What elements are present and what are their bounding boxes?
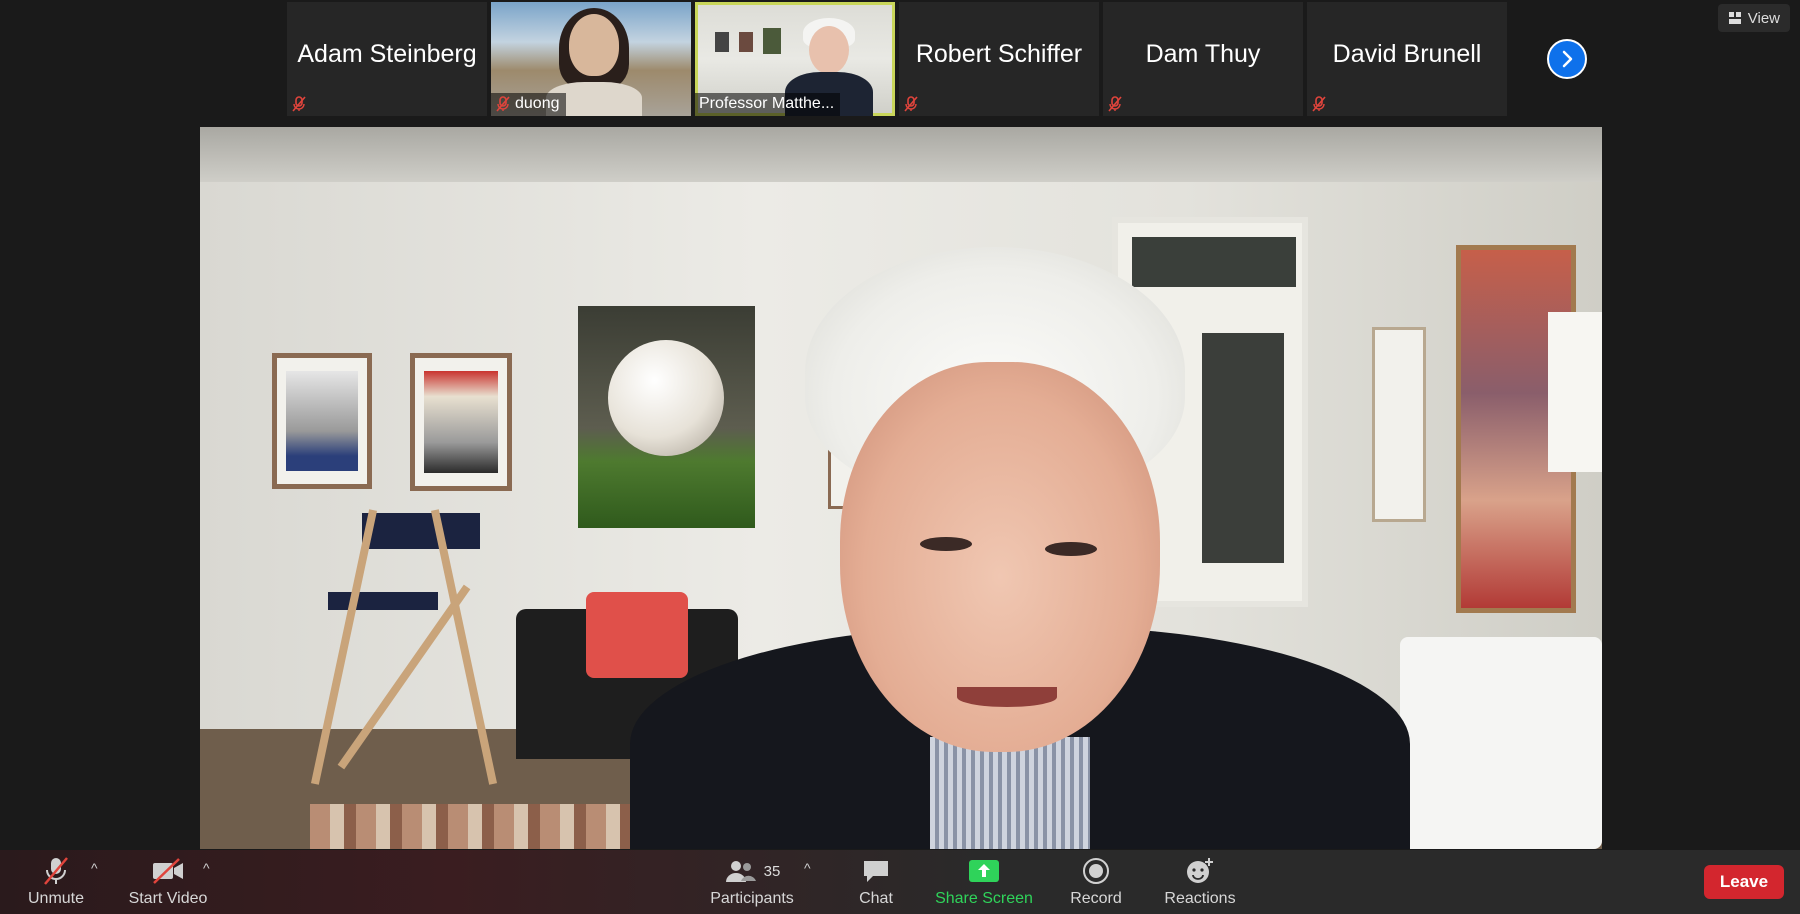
view-button[interactable]: View	[1717, 4, 1790, 32]
chat-label: Chat	[859, 890, 893, 907]
participant-name: Professor Matthe...	[699, 95, 835, 112]
chat-button[interactable]: Chat	[856, 856, 896, 908]
participant-name: David Brunell	[1332, 40, 1482, 68]
participant-name: Adam Steinberg	[297, 40, 477, 68]
participant-name: Dam Thuy	[1145, 40, 1261, 68]
reactions-emoji-icon	[1187, 858, 1213, 883]
speaker-eye	[1045, 542, 1097, 556]
unmute-label: Unmute	[27, 890, 85, 907]
share-screen-button[interactable]: Share Screen	[935, 856, 1033, 908]
directors-chair-back	[362, 513, 480, 549]
record-button[interactable]: Record	[1070, 856, 1122, 908]
participant-tile-professor[interactable]: Professor Matthe...	[695, 2, 895, 116]
white-chair	[1400, 637, 1602, 849]
start-video-button[interactable]: Start Video	[128, 856, 208, 908]
participants-strip: Adam Steinberg duong Professor Matthe...	[287, 2, 1507, 116]
unmute-button[interactable]: Unmute	[28, 856, 84, 908]
participant-label: duong	[491, 93, 566, 116]
video-rug	[310, 804, 640, 849]
participants-options-caret[interactable]: ^	[804, 860, 811, 876]
reactions-label: Reactions	[1164, 890, 1236, 907]
participant-name: duong	[515, 95, 560, 112]
directors-chair-seat	[328, 592, 438, 610]
participant-tile-adam[interactable]: Adam Steinberg	[287, 2, 487, 116]
leave-button[interactable]: Leave	[1704, 865, 1784, 899]
record-label: Record	[1070, 890, 1122, 907]
chevron-right-icon	[1562, 50, 1573, 68]
video-off-icon	[153, 858, 183, 884]
start-video-label: Start Video	[128, 890, 208, 907]
door-dark-panel	[1202, 333, 1284, 563]
video-lamp	[1548, 312, 1602, 472]
participant-tile-duong[interactable]: duong	[491, 2, 691, 116]
video-ceiling	[200, 127, 1602, 182]
muted-mic-icon	[292, 96, 306, 112]
grid-icon	[1728, 12, 1741, 24]
red-pillow	[586, 592, 688, 678]
reactions-button[interactable]: Reactions	[1164, 856, 1236, 908]
muted-mic-icon	[1312, 96, 1326, 112]
muted-mic-icon	[44, 857, 68, 885]
speaker-eye	[920, 537, 972, 551]
participants-icon	[725, 861, 756, 882]
baseball	[608, 340, 724, 456]
audio-options-caret[interactable]: ^	[91, 860, 98, 876]
door-window	[1132, 237, 1296, 287]
speaker-mouth	[957, 687, 1057, 707]
participants-count: 35	[763, 862, 781, 880]
video-wall-painting	[763, 28, 781, 54]
participants-label: Participants	[710, 890, 794, 907]
video-options-caret[interactable]: ^	[203, 860, 210, 876]
video-wall-poster	[715, 32, 729, 52]
share-screen-label: Share Screen	[935, 890, 1033, 907]
poster-frame-left	[272, 353, 372, 489]
participant-video-face	[569, 14, 619, 76]
speaker-shirt	[930, 737, 1090, 849]
participant-tile-dam[interactable]: Dam Thuy	[1103, 2, 1303, 116]
meeting-toolbar: Unmute ^ Start Video ^ 35 Participants ^…	[0, 850, 1800, 914]
share-screen-icon	[969, 860, 999, 882]
participant-tile-robert[interactable]: Robert Schiffer	[899, 2, 1099, 116]
chat-icon	[864, 861, 888, 882]
poster-frame-kennedy	[410, 353, 512, 491]
participant-tile-david[interactable]: David Brunell	[1307, 2, 1507, 116]
poster-frame-right	[1372, 327, 1426, 522]
next-page-button[interactable]	[1547, 39, 1587, 79]
participant-label: Professor Matthe...	[695, 93, 841, 116]
muted-mic-icon	[904, 96, 918, 112]
participant-video-face	[809, 26, 849, 74]
muted-mic-icon	[1108, 96, 1122, 112]
record-icon	[1083, 858, 1109, 884]
active-speaker-video	[200, 127, 1602, 849]
view-button-label: View	[1747, 9, 1780, 27]
baseball-painting	[578, 306, 755, 528]
video-wall-poster	[739, 32, 753, 52]
participant-name: Robert Schiffer	[915, 40, 1083, 68]
zoom-meeting-window: Adam Steinberg duong Professor Matthe...	[0, 0, 1800, 914]
muted-mic-icon	[496, 96, 510, 112]
participants-button[interactable]: 35 Participants	[710, 856, 794, 908]
